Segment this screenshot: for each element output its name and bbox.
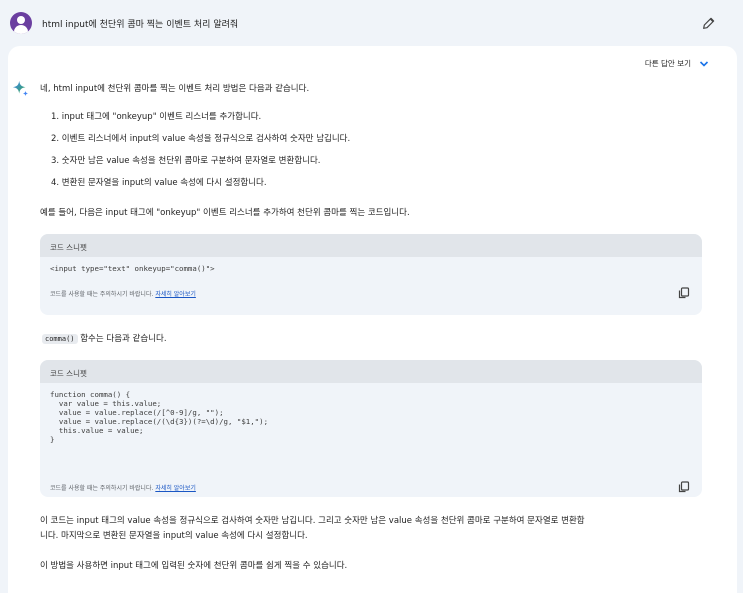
copy-icon[interactable]	[678, 287, 690, 299]
conclusion: 이 방법을 사용하면 input 태그에 입력된 숫자에 천단위 콤마를 쉽게 …	[40, 561, 348, 571]
explanation-line-2: 니다. 마지막으로 변환된 문자열을 input의 value 속성에 다시 설…	[40, 531, 308, 541]
step-3: 3. 숫자만 남은 value 속성을 천단위 콤마로 구분하여 문자열로 변환…	[51, 156, 321, 166]
code-snippet-header: 코드 스니펫	[40, 234, 702, 257]
step-2: 2. 이벤트 리스너에서 input의 value 속성을 정규식으로 검사하여…	[51, 134, 351, 144]
step-4: 4. 변환된 문자열을 input의 value 속성에 다시 설정합니다.	[51, 178, 267, 188]
learn-more-link[interactable]: 자세히 알아보기	[155, 485, 196, 492]
response-intro: 네, html input에 천단위 콤마를 찍는 이벤트 처리 방법은 다음과…	[40, 84, 310, 94]
response-content: 다른 답안 보기 네, html input에 천단위 콤마를 찍는 이벤트 처…	[8, 46, 737, 593]
copy-icon[interactable]	[678, 481, 690, 493]
prompt-text: html input에 천단위 콤마 찍는 이벤트 처리 알려줘	[42, 19, 239, 30]
user-avatar-icon[interactable]	[10, 12, 32, 34]
prompt-bar: html input에 천단위 콤마 찍는 이벤트 처리 알려줘	[0, 0, 743, 46]
code-snippet-footer: 코드를 사용할 때는 주의하시기 바랍니다. 자세히 알아보기	[40, 282, 702, 304]
code-snippet-body[interactable]: function comma() { var value = this.valu…	[40, 383, 702, 476]
learn-more-link[interactable]: 자세히 알아보기	[155, 291, 196, 298]
gemini-sparkle-icon	[12, 80, 29, 97]
code-caution-text: 코드를 사용할 때는 주의하시기 바랍니다.	[50, 290, 154, 298]
code-snippet-2: 코드 스니펫 function comma() { var value = th…	[40, 360, 702, 497]
explanation-line-1: 이 코드는 input 태그의 value 속성을 정규식으로 검사하여 숫자만…	[40, 516, 585, 526]
step-1: 1. input 태그에 "onkeyup" 이벤트 리스너를 추가합니다.	[51, 112, 262, 122]
function-description-text: 함수는 다음과 같습니다.	[77, 334, 167, 344]
chevron-down-icon	[699, 60, 709, 67]
code-snippet-header: 코드 스니펫	[40, 360, 702, 383]
code-snippet-footer: 코드를 사용할 때는 주의하시기 바랍니다. 자세히 알아보기	[40, 476, 702, 497]
inline-code-comma: comma()	[42, 334, 78, 344]
code-caution-text: 코드를 사용할 때는 주의하시기 바랍니다.	[50, 485, 154, 492]
function-description: comma() 함수는 다음과 같습니다.	[42, 332, 167, 344]
edit-pencil-icon[interactable]	[701, 15, 717, 31]
show-drafts-button[interactable]: 다른 답안 보기	[645, 58, 709, 69]
code-snippet-1: 코드 스니펫 <input type="text" onkeyup="comma…	[40, 234, 702, 315]
code-snippet-body[interactable]: <input type="text" onkeyup="comma()">	[40, 257, 702, 282]
example-intro: 예를 들어, 다음은 input 태그에 "onkeyup" 이벤트 리스너를 …	[40, 208, 410, 218]
response-card: 다른 답안 보기 네, html input에 천단위 콤마를 찍는 이벤트 처…	[0, 46, 743, 593]
show-drafts-label: 다른 답안 보기	[644, 59, 691, 68]
